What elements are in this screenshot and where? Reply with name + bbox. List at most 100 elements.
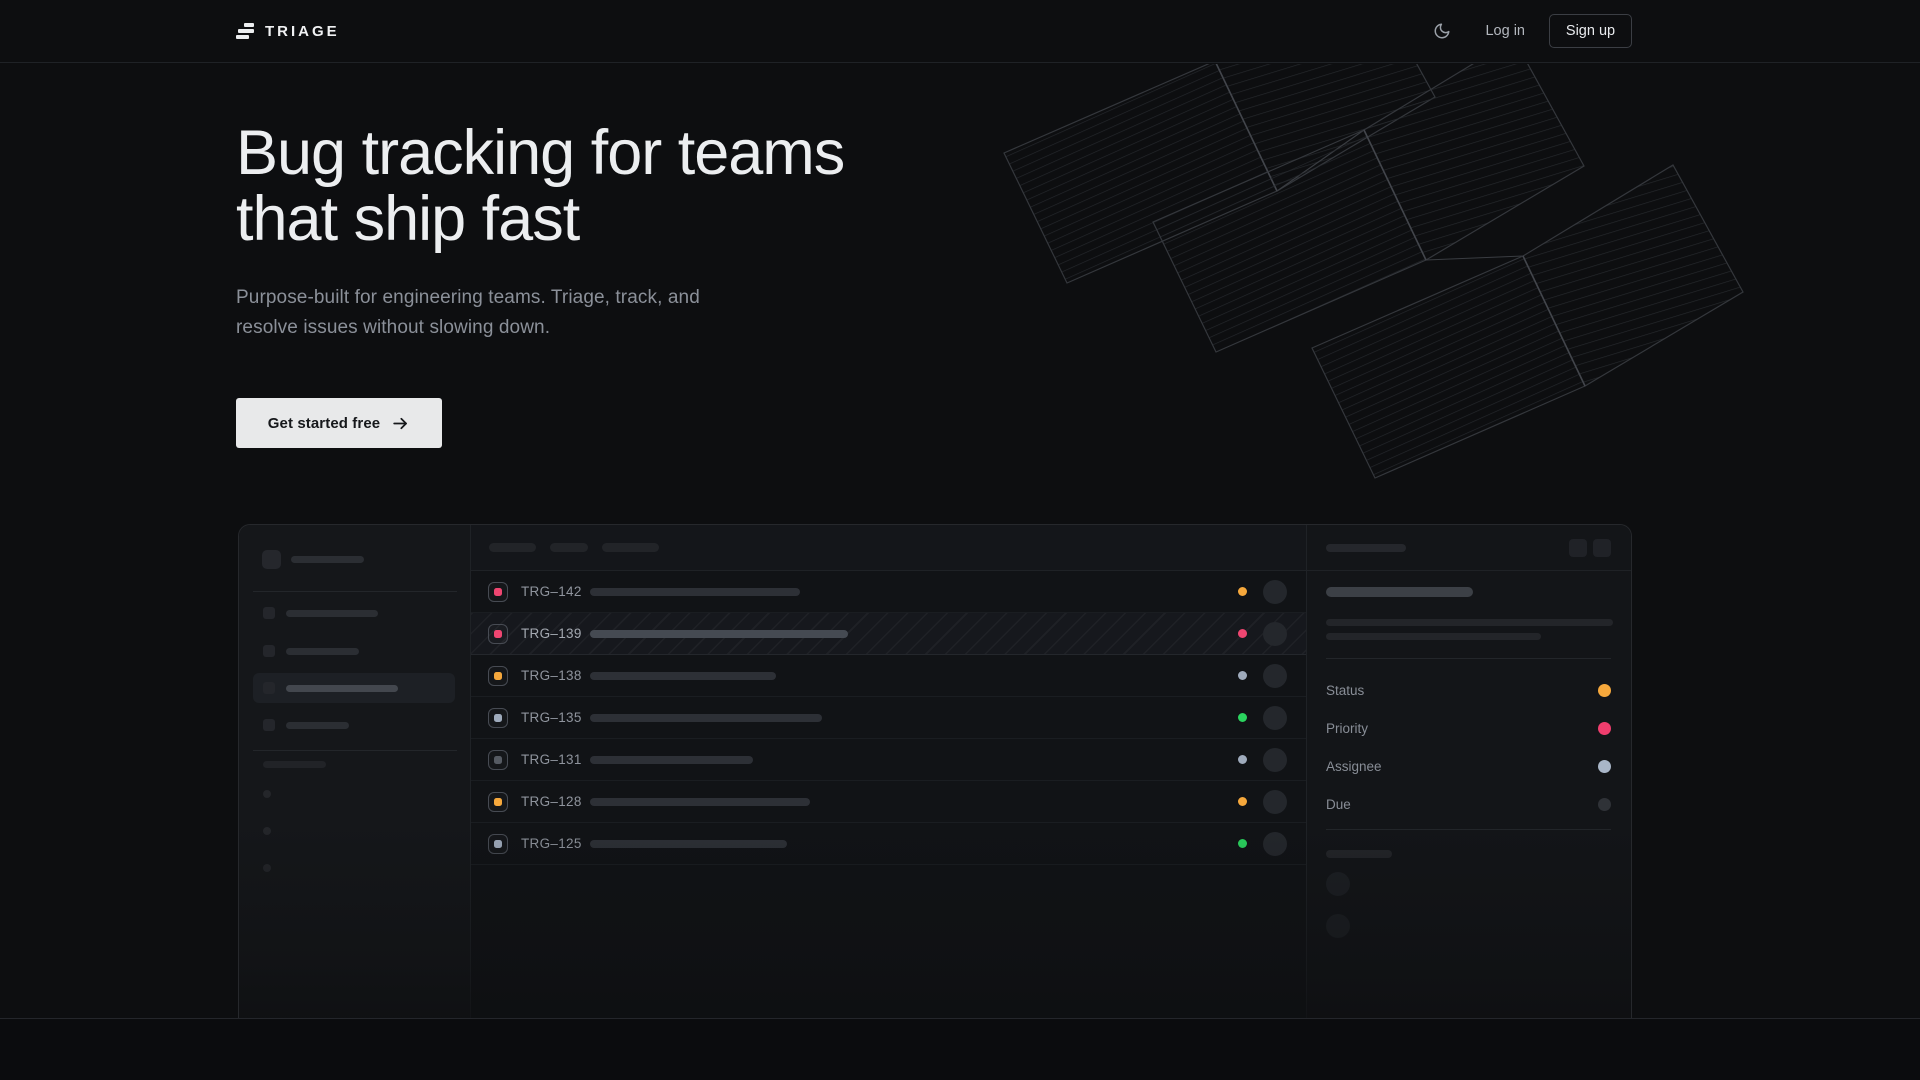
- issue-list-toolbar-skeleton: [471, 525, 1306, 571]
- sidebar-item-skeleton: [253, 636, 455, 666]
- footer-strip: [0, 1018, 1920, 1080]
- sidebar-dot-skeleton: [263, 864, 271, 872]
- workspace-avatar-skeleton: [262, 550, 281, 569]
- activity-label-skeleton: [1326, 850, 1392, 858]
- sidebar-item-icon-skeleton: [263, 607, 275, 619]
- issue-type-icon: [488, 834, 508, 854]
- detail-field-value-dot: [1598, 684, 1611, 697]
- detail-field-row: Priority: [1326, 709, 1611, 747]
- issue-status-dot: [1238, 839, 1247, 848]
- detail-field-label: Status: [1326, 683, 1364, 698]
- detail-field-row: Due: [1326, 785, 1611, 823]
- hero-title-line2: that ship fast: [236, 184, 579, 254]
- sidebar-item-icon-skeleton: [263, 682, 275, 694]
- workspace-name-skeleton: [291, 556, 364, 563]
- issue-assignee-avatar: [1263, 706, 1287, 730]
- issue-type-icon: [488, 666, 508, 686]
- sidebar-item-label-skeleton: [286, 685, 398, 692]
- brand[interactable]: TRIAGE: [236, 22, 340, 40]
- issue-row: TRG–135: [471, 697, 1306, 739]
- issue-type-icon: [488, 750, 508, 770]
- panel-divider: [1326, 829, 1611, 830]
- sidebar-item-label-skeleton: [286, 610, 378, 617]
- detail-field-label: Assignee: [1326, 759, 1382, 774]
- issue-text-skeleton: [1326, 619, 1613, 626]
- issue-type-icon: [488, 582, 508, 602]
- filter-pill-skeleton: [489, 543, 536, 552]
- mockup-sidebar: [239, 525, 471, 1018]
- panel-action-skeleton: [1593, 539, 1611, 557]
- issue-id: TRG–135: [521, 710, 583, 725]
- activity-avatar-skeleton: [1326, 872, 1350, 896]
- mockup-detail-panel: Status Priority Assignee Due: [1307, 525, 1631, 1018]
- issue-rows: TRG–142 TRG–139 TRG–138 TRG–135 TRG–131 …: [471, 571, 1306, 865]
- issue-id: TRG–138: [521, 668, 583, 683]
- issue-status-dot: [1238, 587, 1247, 596]
- top-nav: TRIAGE Log in Sign up: [0, 0, 1920, 63]
- sidebar-dot-skeleton: [263, 827, 271, 835]
- issue-assignee-avatar: [1263, 790, 1287, 814]
- issue-type-icon: [488, 624, 508, 644]
- detail-panel-body: Status Priority Assignee Due: [1307, 571, 1631, 1018]
- filter-pill-skeleton: [602, 543, 659, 552]
- brand-name: TRIAGE: [265, 23, 340, 40]
- issue-status-dot: [1238, 671, 1247, 680]
- issue-status-dot: [1238, 755, 1247, 764]
- issue-row: TRG–131: [471, 739, 1306, 781]
- sidebar-section-label-skeleton: [263, 761, 326, 768]
- detail-field-value-dot: [1598, 722, 1611, 735]
- panel-divider: [1326, 658, 1611, 659]
- detail-field-row: Status: [1326, 671, 1611, 709]
- issue-status-dot: [1238, 713, 1247, 722]
- sidebar-divider: [253, 591, 457, 592]
- issue-assignee-avatar: [1263, 664, 1287, 688]
- issue-title-skeleton: [590, 756, 753, 764]
- issue-title-skeleton: [590, 840, 787, 848]
- issue-status-dot: [1238, 629, 1247, 638]
- activity-avatar-skeleton: [1326, 914, 1350, 938]
- issue-assignee-avatar: [1263, 580, 1287, 604]
- issue-text-skeleton: [1326, 633, 1541, 640]
- get-started-button[interactable]: Get started free: [236, 398, 442, 448]
- moon-icon: [1433, 22, 1451, 40]
- issue-title-skeleton: [590, 798, 810, 806]
- sidebar-item-label-skeleton: [286, 722, 349, 729]
- issue-title-skeleton: [590, 714, 822, 722]
- issue-type-icon: [488, 792, 508, 812]
- issue-id: TRG–139: [521, 626, 583, 641]
- issue-title-skeleton: [590, 630, 848, 638]
- issue-title-skeleton: [590, 588, 800, 596]
- sidebar-item-label-skeleton: [286, 648, 359, 655]
- issue-title-skeleton: [1326, 587, 1473, 597]
- issue-status-dot: [1238, 797, 1247, 806]
- issue-type-icon: [488, 708, 508, 728]
- dark-mode-toggle[interactable]: [1432, 21, 1452, 41]
- detail-panel-header: [1307, 525, 1631, 571]
- detail-field-value-dot: [1598, 760, 1611, 773]
- workspace-switcher-skeleton: [262, 550, 364, 569]
- issue-row: TRG–128: [471, 781, 1306, 823]
- issue-row: TRG–138: [471, 655, 1306, 697]
- issue-row: TRG–139: [471, 613, 1306, 655]
- panel-action-skeleton: [1569, 539, 1587, 557]
- sidebar-dot-skeleton: [263, 790, 271, 798]
- issue-id: TRG–131: [521, 752, 583, 767]
- detail-header-skeleton: [1326, 544, 1406, 552]
- hero-title: Bug tracking for teams that ship fast: [236, 120, 844, 252]
- sidebar-item-icon-skeleton: [263, 719, 275, 731]
- sidebar-item-skeleton: [253, 710, 455, 740]
- detail-field-value-dot: [1598, 798, 1611, 811]
- login-link[interactable]: Log in: [1485, 23, 1525, 39]
- detail-field-row: Assignee: [1326, 747, 1611, 785]
- issue-row: TRG–142: [471, 571, 1306, 613]
- triage-logo-icon: [236, 22, 254, 40]
- detail-field-label: Priority: [1326, 721, 1368, 736]
- nav-actions: Log in Sign up: [1432, 14, 1632, 48]
- signup-button[interactable]: Sign up: [1549, 14, 1632, 48]
- issue-id: TRG–125: [521, 836, 583, 851]
- issue-id: TRG–142: [521, 584, 583, 599]
- arrow-right-icon: [391, 414, 410, 433]
- landing-page: TRIAGE Log in Sign up: [0, 0, 1920, 1080]
- sidebar-item-skeleton-active: [253, 673, 455, 703]
- issue-assignee-avatar: [1263, 748, 1287, 772]
